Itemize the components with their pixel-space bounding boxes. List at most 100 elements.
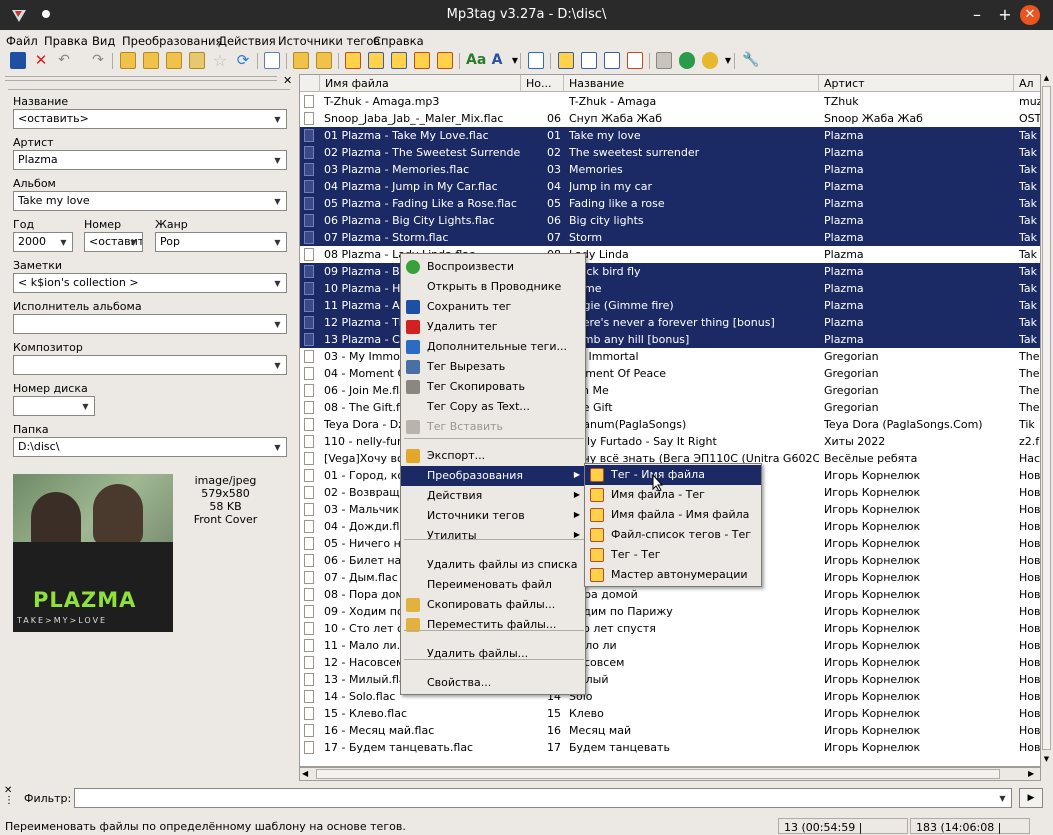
chevron-down-icon[interactable]: ▼ (996, 792, 1009, 805)
menu-convert[interactable]: Преобразования (122, 34, 222, 48)
context-menu-item[interactable]: Удалить файлы из списка (401, 555, 585, 575)
chevron-down-icon[interactable]: ▼ (79, 400, 92, 413)
chevron-down-icon[interactable]: ▼ (271, 318, 284, 331)
open-folder-icon[interactable] (293, 52, 309, 69)
album-artist-field[interactable]: ▼ (13, 314, 287, 334)
context-menu-item[interactable]: Тег Скопировать (401, 377, 585, 397)
submenu-item[interactable]: Имя файла - Имя файла (585, 505, 761, 525)
close-filter-icon[interactable]: ✕ ⋮ (4, 786, 14, 806)
context-menu-item[interactable]: Утилиты ▶ (401, 526, 585, 546)
context-menu-item[interactable]: Дополнительные теги... (401, 337, 585, 357)
undo-icon[interactable]: ↶ (56, 52, 72, 69)
chevron-down-icon[interactable]: ▼ (271, 277, 284, 290)
vertical-scrollbar[interactable]: ▲ ▼ (1041, 74, 1052, 781)
submenu-item[interactable]: Имя файла - Тег (585, 485, 761, 505)
tag-filename-icon[interactable] (345, 52, 361, 69)
context-menu-item[interactable]: Скопировать файлы... (401, 595, 585, 615)
context-menu-item[interactable]: Открыть в Проводнике (401, 277, 585, 297)
tag-source-icon[interactable] (558, 52, 574, 69)
redo-icon[interactable]: ↷ (90, 52, 106, 69)
scroll-right-icon[interactable]: ▶ (1028, 769, 1034, 778)
refresh-icon[interactable]: ⟳ (235, 52, 251, 69)
chevron-down-icon[interactable]: ▼ (271, 154, 284, 167)
composer-field[interactable]: ▼ (13, 355, 287, 375)
context-menu-item[interactable]: Удалить тег (401, 317, 585, 337)
chevron-down-icon[interactable]: ▼ (271, 195, 284, 208)
table-row[interactable]: 02 Plazma - The Sweetest Surrender.flac0… (300, 144, 1040, 161)
options-wrench-icon[interactable]: 🔧 (742, 52, 759, 69)
horizontal-scrollbar[interactable]: ◀ ▶ (299, 767, 1041, 781)
context-menu-item[interactable]: Свойства... (401, 673, 585, 693)
save-icon[interactable] (10, 52, 26, 69)
context-menu-item[interactable]: Сохранить тег (401, 297, 585, 317)
add-directory-icon[interactable] (143, 52, 159, 69)
album-field[interactable]: Take my love ▼ (13, 191, 287, 211)
context-menu-item[interactable]: Удалить файлы... (401, 644, 585, 664)
autonumber-icon[interactable] (627, 52, 643, 69)
textfile-tag-icon[interactable] (414, 52, 430, 69)
context-menu-item[interactable]: Тег Вырезать (401, 357, 585, 377)
table-row[interactable]: 06 Plazma - Big City Lights.flac 06 Big ci… (300, 212, 1040, 229)
cover-art[interactable]: PLAZMA TAKE>MY>LOVE (13, 474, 173, 632)
table-row[interactable]: 15 - Клево.flac 15 Клево Игорь Корнелюк Нов (300, 705, 1040, 722)
context-menu-item[interactable]: Экспорт... (401, 446, 585, 466)
folder-field[interactable]: D:\disc\ ▼ (13, 437, 287, 457)
extended-tags-icon[interactable] (528, 52, 544, 69)
context-menu-item[interactable]: Переместить файлы... (401, 615, 585, 635)
scroll-down-icon[interactable]: ▼ (1041, 755, 1052, 765)
scroll-up-icon[interactable]: ▲ (1041, 74, 1052, 84)
move-folder-icon[interactable] (316, 52, 332, 69)
close-button[interactable]: ✕ (1020, 5, 1040, 25)
table-row[interactable]: 04 Plazma - Jump in My Car.flac 04 Jump in… (300, 178, 1040, 195)
menu-edit[interactable]: Правка (44, 34, 88, 48)
actions-quick-icon[interactable]: A (489, 52, 505, 69)
column-filename[interactable]: Имя файла (320, 75, 521, 92)
year-field[interactable]: 2000 ▼ (13, 232, 73, 252)
folder-icon[interactable] (166, 52, 182, 69)
submenu-item[interactable]: Файл-список тегов - Тег (585, 525, 761, 545)
favorite-star-icon[interactable]: ☆ (212, 52, 228, 69)
context-menu-item[interactable]: Источники тегов ▶ (401, 506, 585, 526)
print-icon[interactable] (656, 52, 672, 69)
track-field[interactable]: <оставить>▼ (84, 232, 143, 252)
hscroll-thumb[interactable] (316, 769, 1000, 779)
submenu-item[interactable]: Тег - Имя файла (585, 465, 761, 485)
filter-apply-button[interactable]: ▶ (1019, 788, 1043, 808)
menu-tag-sources[interactable]: Источники тегов (278, 34, 380, 48)
title-field[interactable]: <оставить> ▼ (13, 109, 287, 129)
menu-help[interactable]: Справка (373, 34, 424, 48)
filename-filename-icon[interactable] (391, 52, 407, 69)
context-menu-item[interactable]: Переименовать файл (401, 575, 585, 595)
table-row[interactable]: 16 - Месяц май.flac 16 Месяц май Игорь Корн… (300, 722, 1040, 739)
filter-input[interactable]: ▼ (74, 788, 1012, 808)
web-source-icon[interactable] (581, 52, 597, 69)
maximize-button[interactable]: + (995, 5, 1015, 25)
scroll-left-icon[interactable]: ◀ (302, 769, 308, 778)
table-row[interactable]: Snoop_Jaba_Jab_-_Maler_Mix.flac 06 Снуп Жа… (300, 110, 1040, 127)
table-row[interactable]: T-Zhuk - Amaga.mp3 T-Zhuk - Amaga TZhuk muz (300, 93, 1040, 110)
close-panel-icon[interactable]: ✕ (283, 74, 292, 87)
minimize-button[interactable]: – (967, 5, 987, 25)
menu-file[interactable]: Файл (6, 34, 38, 48)
genre-field[interactable]: Pop ▼ (155, 232, 287, 252)
table-row[interactable]: 03 Plazma - Memories.flac 03 Memories Plazm… (300, 161, 1040, 178)
column-album[interactable]: Ал (1014, 75, 1040, 92)
artist-field[interactable]: Plazma ▼ (13, 150, 287, 170)
chevron-down-icon[interactable]: ▼ (271, 113, 284, 126)
column-title[interactable]: Название (564, 75, 819, 92)
disc-field[interactable]: ▼ (13, 396, 95, 416)
table-row[interactable]: 05 Plazma - Fading Like a Rose.flac 05 Fad… (300, 195, 1040, 212)
change-directory-icon[interactable] (120, 52, 136, 69)
context-menu-item[interactable]: Тег Copy as Text... (401, 397, 585, 417)
scroll-thumb[interactable] (1042, 86, 1051, 750)
filename-tag-icon[interactable] (368, 52, 384, 69)
menu-actions[interactable]: Действия (218, 34, 276, 48)
web-icon[interactable] (679, 52, 695, 69)
table-row[interactable]: 01 Plazma - Take My Love.flac 01 Take my l… (300, 127, 1040, 144)
context-menu-item[interactable]: Воспроизвести (401, 257, 585, 277)
remove-tag-icon[interactable]: ✕ (33, 52, 49, 69)
chevron-down-icon[interactable]: ▼ (271, 236, 284, 249)
comment-field[interactable]: < k$ion's collection > ▼ (13, 273, 287, 293)
column-artist[interactable]: Артист (819, 75, 1014, 92)
submenu-item[interactable]: Тег - Тег (585, 545, 761, 565)
